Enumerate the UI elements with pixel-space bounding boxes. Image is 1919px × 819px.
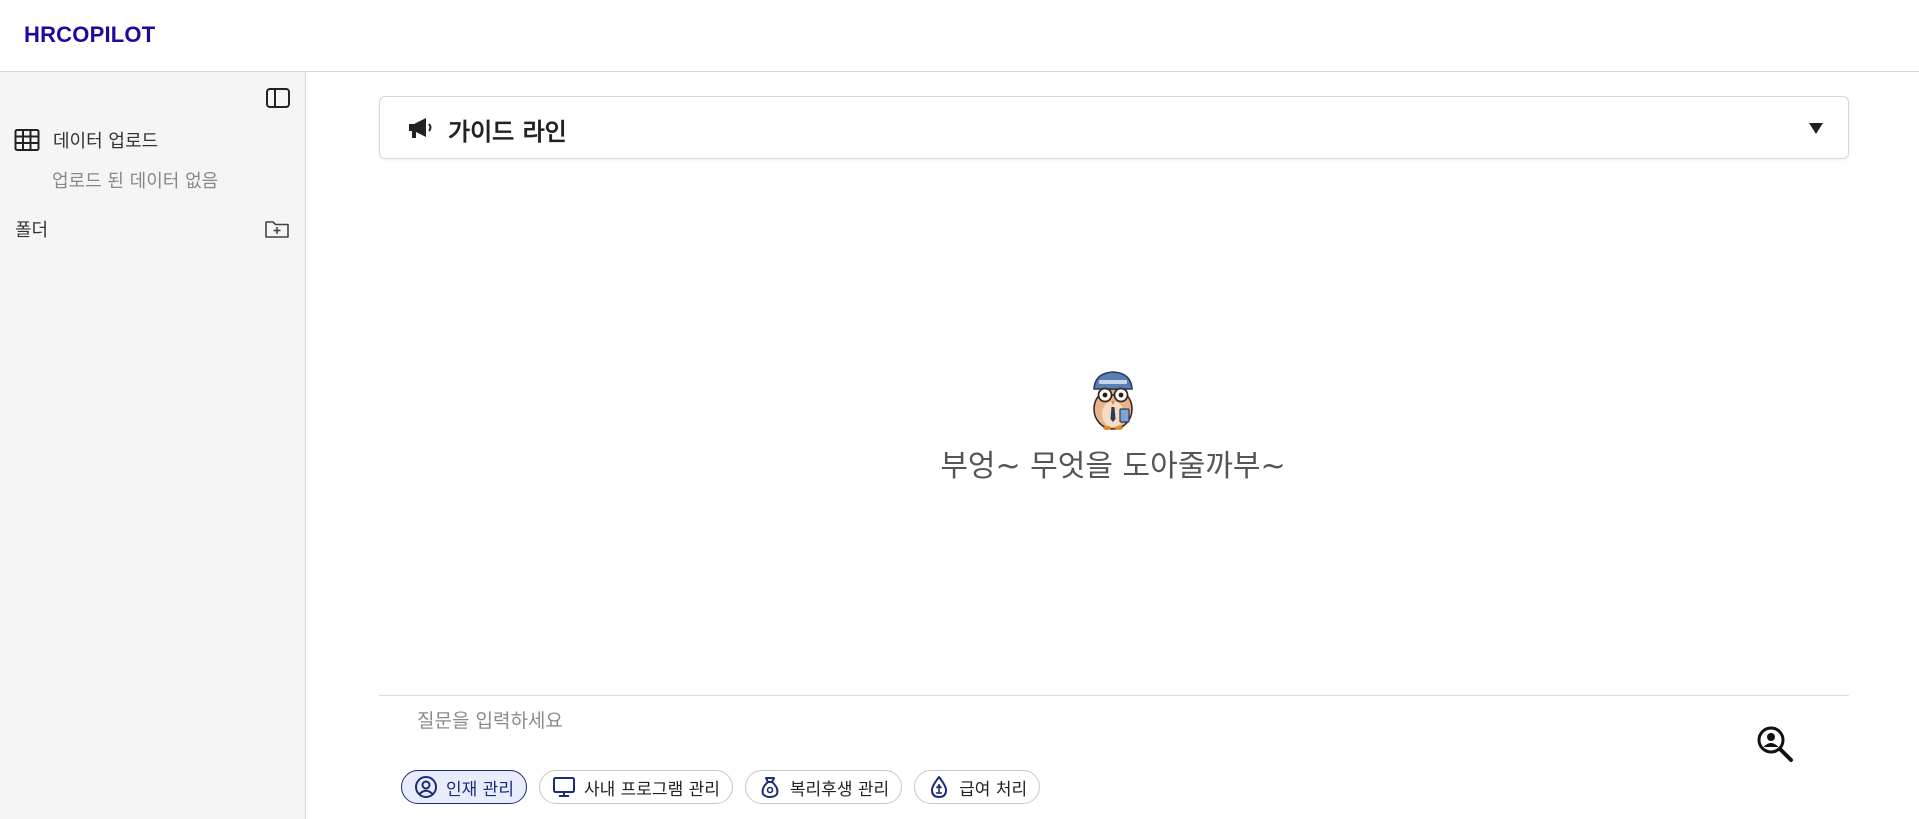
money-bag-icon xyxy=(761,777,779,798)
sidebar-toggle-icon[interactable] xyxy=(265,87,291,109)
brand-logo[interactable]: HRCOPILOT xyxy=(24,22,155,48)
caret-down-icon[interactable] xyxy=(1808,121,1824,135)
chip-welfare-management[interactable]: 복리후생 관리 xyxy=(744,770,903,804)
chip-talent-management[interactable]: 인재 관리 xyxy=(401,770,527,804)
welcome-section: 부엉~ 무엇을 도아줄까부~ xyxy=(307,369,1919,485)
sidebar: 데이터 업로드 업로드 된 데이터 없음 폴더 xyxy=(0,72,306,819)
chip-internal-program-management[interactable]: 사내 프로그램 관리 xyxy=(538,770,733,804)
top-bar: HRCOPILOT xyxy=(0,0,1919,72)
chip-label: 사내 프로그램 관리 xyxy=(583,779,720,800)
welcome-message: 부엉~ 무엇을 도아줄까부~ xyxy=(940,449,1286,484)
data-empty-text: 업로드 된 데이터 없음 xyxy=(52,171,219,192)
category-chips: 인재 관리 사내 프로그램 관리 복리후생 관리 급여 처리 xyxy=(401,770,1041,804)
owl-mascot-icon xyxy=(1093,371,1133,430)
sidebar-item-label: 데이터 업로드 xyxy=(53,131,159,152)
chip-label: 인재 관리 xyxy=(446,779,514,800)
person-circle-icon xyxy=(415,776,437,798)
megaphone-icon xyxy=(409,118,432,138)
folder-label: 폴더 xyxy=(15,220,49,241)
guide-title: 가이드 라인 xyxy=(448,118,567,146)
table-icon xyxy=(14,129,40,151)
chat-input-area: 인재 관리 사내 프로그램 관리 복리후생 관리 xyxy=(379,695,1849,819)
chip-payroll-processing[interactable]: 급여 처리 xyxy=(914,770,1041,804)
search-person-icon[interactable] xyxy=(1755,724,1795,764)
sidebar-item-data-upload[interactable]: 데이터 업로드 xyxy=(14,127,158,153)
question-input[interactable] xyxy=(417,706,1717,736)
chip-label: 복리후생 관리 xyxy=(789,779,890,800)
folder-section: 폴더 xyxy=(15,216,290,242)
money-drop-icon xyxy=(931,776,948,798)
monitor-icon xyxy=(552,777,575,797)
folder-add-icon[interactable] xyxy=(264,218,290,240)
main-content: 가이드 라인 부엉~ 무엇을 도아줄까부~ 질문을 입력하세요 인재 관리 사내… xyxy=(307,73,1919,819)
guide-line-accordion[interactable]: 가이드 라인 xyxy=(379,96,1849,159)
chip-label: 급여 처리 xyxy=(959,779,1028,800)
